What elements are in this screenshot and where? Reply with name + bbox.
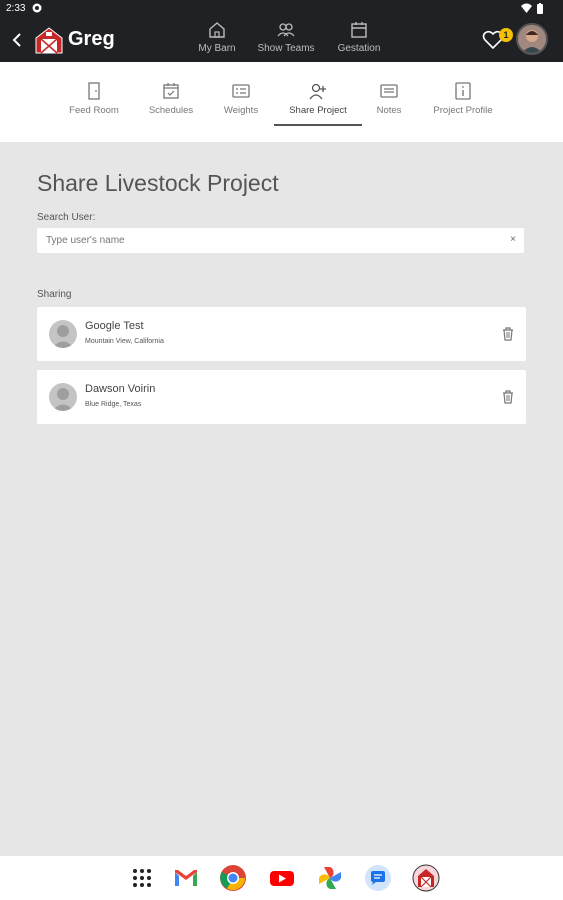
tab-label: Feed Room bbox=[69, 105, 119, 116]
notification-icon bbox=[32, 3, 42, 13]
active-tab-indicator bbox=[274, 124, 362, 126]
status-time: 2:33 bbox=[6, 3, 26, 14]
shared-user-name: Google Test bbox=[85, 320, 144, 332]
nav-my-barn[interactable]: My Barn bbox=[185, 21, 249, 54]
avatar-photo bbox=[518, 25, 546, 53]
page-title: Share Livestock Project bbox=[37, 170, 279, 196]
user-name: Greg bbox=[68, 28, 115, 50]
tab-label: Notes bbox=[376, 105, 402, 116]
sharing-label: Sharing bbox=[37, 289, 72, 300]
nav-label: Show Teams bbox=[257, 43, 315, 54]
shared-user-name: Dawson Voirin bbox=[85, 383, 156, 395]
project-tab-bar: Feed Room Schedules Weights Share Projec… bbox=[0, 62, 563, 142]
youtube-icon[interactable] bbox=[268, 864, 296, 892]
user-avatar-icon bbox=[49, 320, 77, 348]
info-icon bbox=[455, 82, 471, 100]
photos-icon[interactable] bbox=[316, 864, 344, 892]
nav-show-teams[interactable]: Show Teams bbox=[254, 21, 318, 54]
door-icon bbox=[88, 82, 100, 100]
android-dock bbox=[0, 856, 563, 900]
chrome-icon[interactable] bbox=[219, 864, 247, 892]
tab-share-project[interactable]: Share Project bbox=[280, 82, 356, 116]
tab-label: Share Project bbox=[289, 105, 347, 116]
notes-icon bbox=[380, 84, 398, 98]
search-user-input[interactable] bbox=[46, 233, 486, 247]
shared-user-location: Mountain View, California bbox=[85, 338, 164, 345]
trash-icon[interactable] bbox=[502, 390, 514, 404]
calendar-check-icon bbox=[163, 83, 179, 99]
tab-schedules[interactable]: Schedules bbox=[142, 82, 200, 116]
user-avatar-icon bbox=[49, 383, 77, 411]
back-arrow-icon[interactable] bbox=[10, 30, 24, 50]
nav-label: Gestation bbox=[337, 43, 381, 54]
app-bar: Greg My Barn Show Teams Gestation 1 bbox=[0, 18, 563, 62]
tab-weights[interactable]: Weights bbox=[216, 82, 266, 116]
tab-label: Schedules bbox=[148, 105, 194, 116]
shared-user-card: Dawson Voirin Blue Ridge, Texas bbox=[37, 370, 526, 424]
search-label: Search User: bbox=[37, 212, 96, 223]
barn-app-icon[interactable] bbox=[412, 864, 440, 892]
barn-logo-icon bbox=[35, 27, 63, 54]
clear-search-button[interactable]: × bbox=[510, 234, 516, 245]
tab-project-profile[interactable]: Project Profile bbox=[424, 82, 502, 116]
notification-badge: 1 bbox=[499, 28, 513, 42]
scale-icon bbox=[232, 84, 250, 98]
tab-label: Weights bbox=[223, 105, 259, 116]
tab-notes[interactable]: Notes bbox=[370, 82, 408, 116]
battery-icon bbox=[537, 3, 543, 14]
tab-feed-room[interactable]: Feed Room bbox=[64, 82, 124, 116]
home-icon bbox=[209, 22, 225, 38]
status-bar: 2:33 bbox=[0, 0, 563, 18]
trash-icon[interactable] bbox=[502, 327, 514, 341]
shared-user-location: Blue Ridge, Texas bbox=[85, 401, 142, 408]
tab-label: Project Profile bbox=[433, 105, 493, 116]
calendar-icon bbox=[351, 22, 367, 38]
apps-grid-icon[interactable] bbox=[128, 864, 156, 892]
nav-label: My Barn bbox=[198, 43, 236, 54]
wifi-icon bbox=[521, 3, 532, 13]
messages-icon[interactable] bbox=[364, 864, 392, 892]
gmail-icon[interactable] bbox=[172, 864, 200, 892]
shared-user-card: Google Test Mountain View, California bbox=[37, 307, 526, 361]
nav-gestation[interactable]: Gestation bbox=[327, 21, 391, 54]
search-box: × bbox=[37, 228, 524, 253]
profile-avatar[interactable] bbox=[516, 23, 548, 55]
person-add-icon bbox=[309, 83, 326, 100]
people-icon bbox=[277, 23, 295, 37]
